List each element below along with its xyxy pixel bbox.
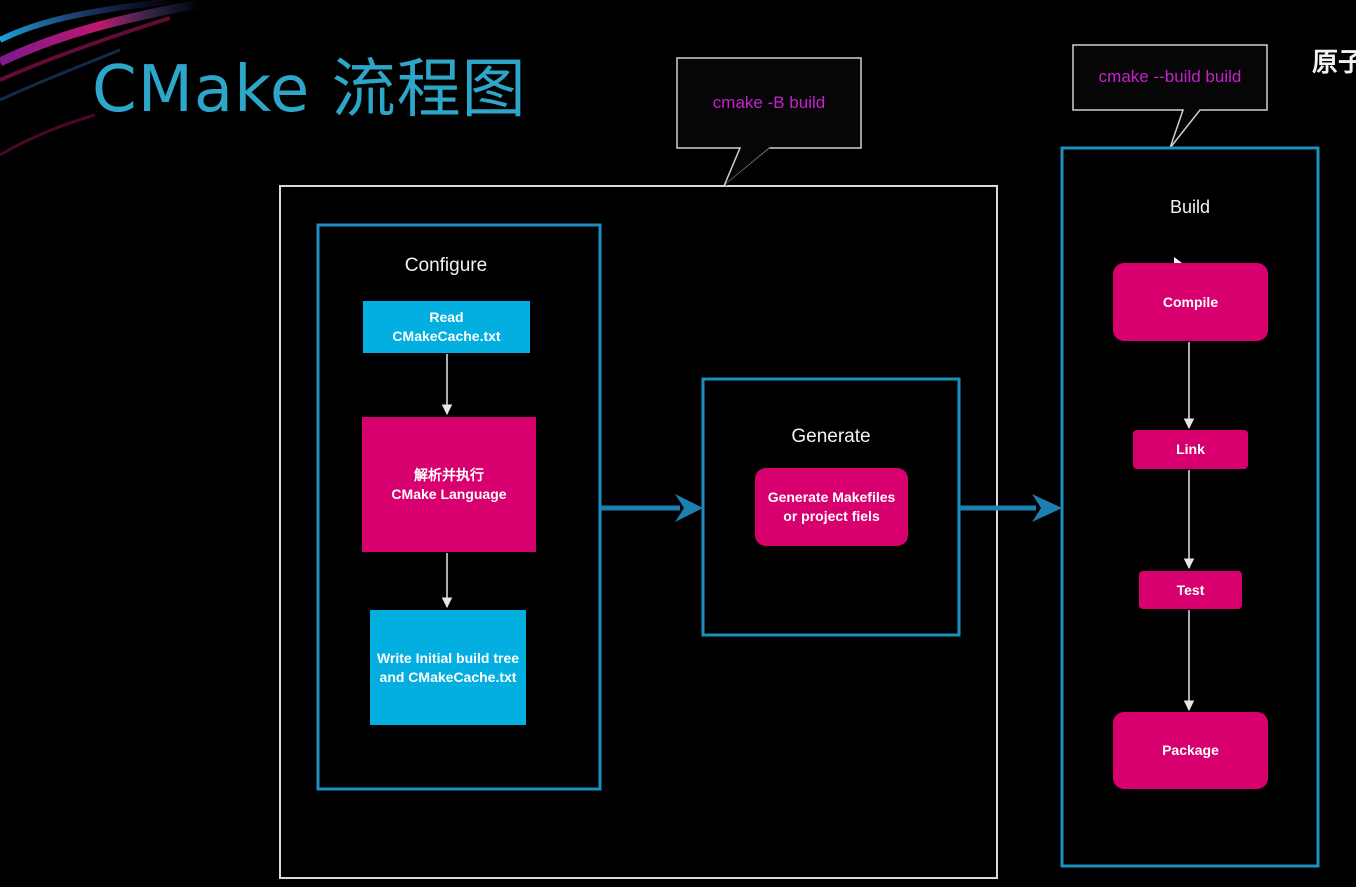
compile-step: Compile xyxy=(1113,263,1268,341)
generate-group-label: Generate xyxy=(791,426,871,447)
package-step: Package xyxy=(1113,712,1268,789)
build-command-text: cmake --build build xyxy=(1098,67,1242,86)
build-command-callout xyxy=(1072,44,1268,149)
read-cache-step: Read CMakeCache.txt xyxy=(363,301,530,353)
slide-canvas: CMake 流程图 原子 cmake -B build cmake --buil… xyxy=(0,0,1356,887)
write-build-tree-step: Write Initial build tree and CMakeCache.… xyxy=(370,610,526,725)
corner-text: 原子 xyxy=(1312,48,1356,78)
configure-command-callout xyxy=(676,57,862,187)
generate-makefiles-step: Generate Makefiles or project fiels xyxy=(755,468,908,546)
slide-title: CMake 流程图 xyxy=(92,53,527,127)
build-group-label: Build xyxy=(1169,197,1211,217)
parse-execute-step: 解析并执行 CMake Language xyxy=(362,417,536,552)
configure-group-label: Configure xyxy=(404,255,488,276)
link-step: Link xyxy=(1133,430,1248,469)
configure-command-text: cmake -B build xyxy=(712,93,826,112)
test-step: Test xyxy=(1139,571,1242,609)
